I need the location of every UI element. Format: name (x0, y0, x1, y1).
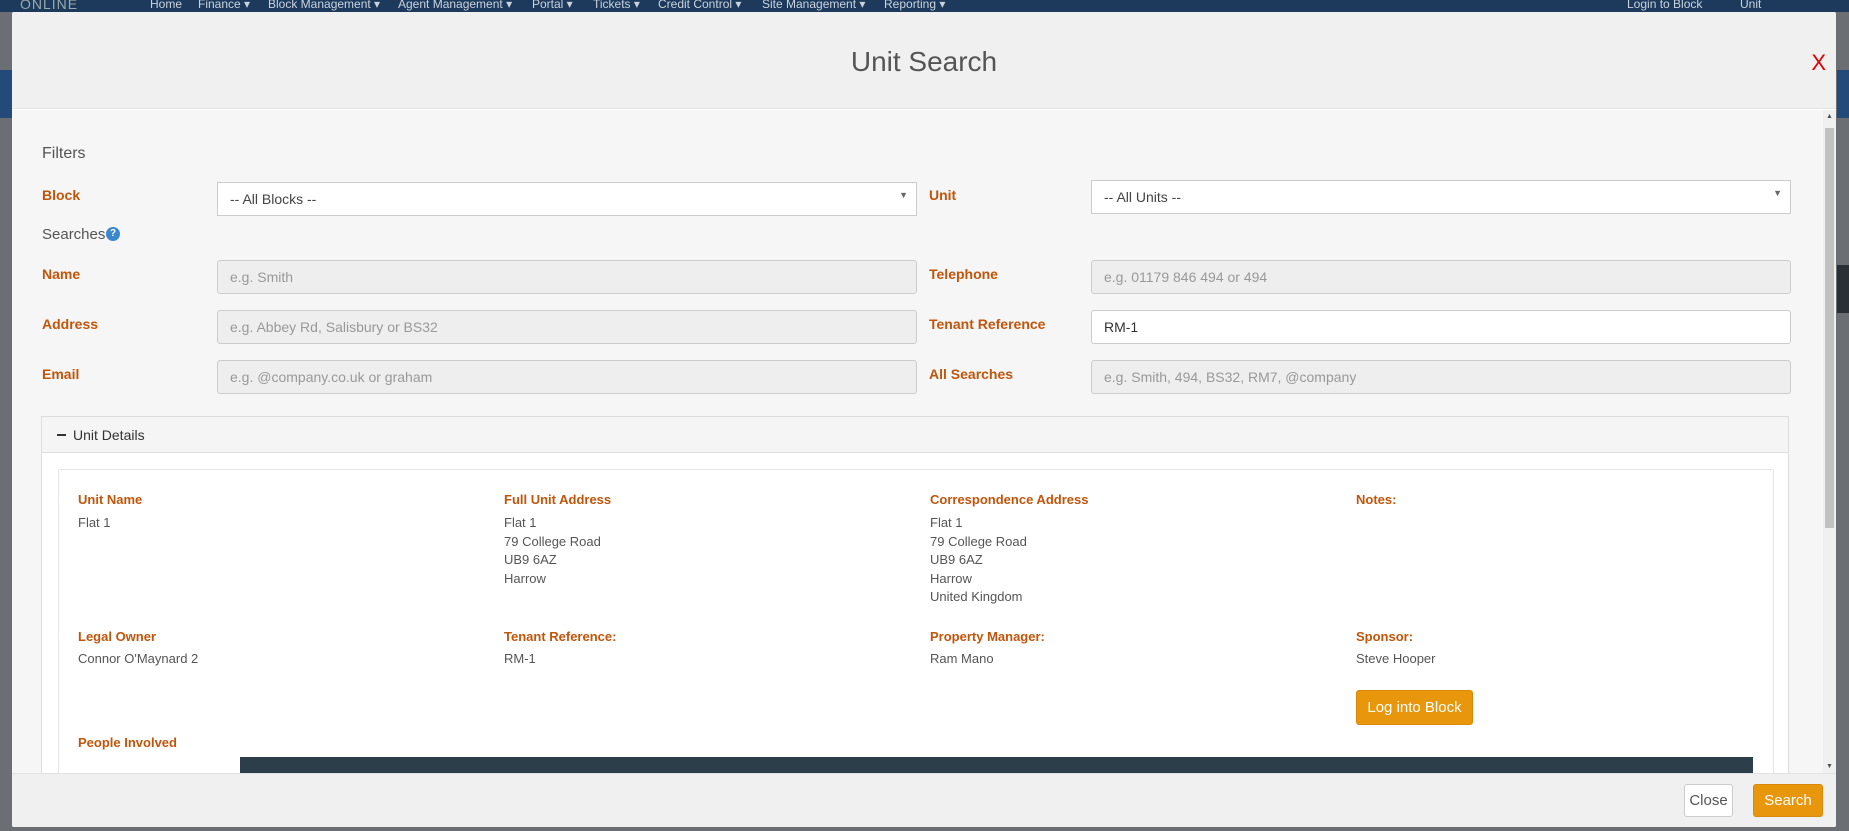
modal-title: Unit Search (850, 46, 998, 77)
address-line: 79 College Road (504, 533, 601, 549)
background-strip-left (0, 70, 12, 118)
unit-select[interactable]: -- All Units -- ▼ (1091, 180, 1791, 214)
all-searches-input[interactable]: e.g. Smith, 494, BS32, RM7, @company (1091, 360, 1791, 394)
address-label: Address (42, 316, 99, 332)
email-input[interactable]: e.g. @company.co.uk or graham (217, 360, 917, 394)
chevron-down-icon: ▼ (899, 190, 908, 200)
unit-search-modal: Unit Search X Filters Block -- All Block… (12, 12, 1836, 827)
correspondence-address-value: Flat 1 79 College Road UB9 6AZ Harrow Un… (930, 514, 1027, 607)
people-involved-label: People Involved (78, 735, 177, 750)
nav-tickets[interactable]: Tickets ▾ (593, 0, 640, 11)
name-input[interactable]: e.g. Smith (217, 260, 917, 294)
block-label: Block (42, 187, 81, 203)
modal-body: Filters Block -- All Blocks -- ▼ Unit --… (12, 110, 1823, 773)
address-line: Harrow (930, 570, 972, 586)
background-strip-right (1837, 70, 1849, 118)
filters-heading: Filters (42, 145, 86, 162)
modal-footer: Close Search (12, 773, 1836, 827)
email-label: Email (42, 366, 80, 382)
modal-scrollbar[interactable]: ▲ ▼ (1823, 110, 1836, 773)
notes-label: Notes: (1356, 492, 1397, 507)
block-select-value: -- All Blocks -- (230, 191, 317, 207)
tenant-reference-detail-value: RM-1 (504, 651, 536, 666)
tenant-reference-input[interactable]: RM-1 (1091, 310, 1791, 344)
search-button[interactable]: Search (1753, 784, 1823, 817)
nav-finance[interactable]: Finance ▾ (198, 0, 250, 11)
address-line: Harrow (504, 570, 546, 586)
address-line: UB9 6AZ (930, 552, 983, 567)
unit-details-heading[interactable]: Unit Details (42, 417, 1788, 453)
unit-select-value: -- All Units -- (1104, 189, 1181, 205)
scrollbar-thumb[interactable] (1825, 128, 1834, 528)
nav-block-management[interactable]: Block Management ▾ (268, 0, 380, 11)
background-strip-dark (1837, 265, 1849, 313)
property-manager-value: Ram Mano (930, 651, 994, 666)
app-logo: ONLINE (20, 0, 79, 12)
telephone-input[interactable]: e.g. 01179 846 494 or 494 (1091, 260, 1791, 294)
block-select[interactable]: -- All Blocks -- ▼ (217, 182, 917, 216)
address-line: 79 College Road (930, 533, 1027, 549)
nav-home[interactable]: Home (150, 0, 182, 11)
address-line: Flat 1 (930, 515, 963, 530)
all-searches-label: All Searches (929, 366, 1014, 382)
log-into-block-button[interactable]: Log into Block (1356, 690, 1473, 725)
close-button[interactable]: Close (1684, 784, 1733, 817)
full-unit-address-label: Full Unit Address (504, 492, 612, 507)
address-line: United Kingdom (930, 589, 1023, 604)
nav-login-to-block[interactable]: Login to Block (1627, 0, 1702, 11)
property-manager-label: Property Manager: (930, 629, 1045, 644)
collapse-icon[interactable] (57, 434, 66, 436)
unit-label: Unit (929, 187, 957, 203)
legal-owner-value: Connor O'Maynard 2 (78, 651, 199, 666)
address-line: UB9 6AZ (504, 552, 557, 567)
scroll-down-icon[interactable]: ▼ (1826, 763, 1833, 770)
telephone-label: Telephone (929, 266, 998, 282)
tenant-reference-label: Tenant Reference (929, 316, 1046, 332)
address-input[interactable]: e.g. Abbey Rd, Salisbury or BS32 (217, 310, 917, 344)
nav-unit[interactable]: Unit (1740, 0, 1761, 11)
unit-name-value: Flat 1 (78, 515, 111, 530)
nav-agent-management[interactable]: Agent Management ▾ (398, 0, 512, 11)
people-table-header (240, 757, 1753, 773)
correspondence-address-label: Correspondence Address (930, 492, 1089, 507)
close-x-icon[interactable]: X (1811, 50, 1826, 76)
full-unit-address-value: Flat 1 79 College Road UB9 6AZ Harrow (504, 514, 601, 588)
nav-site-management[interactable]: Site Management ▾ (762, 0, 865, 11)
address-line: Flat 1 (504, 515, 537, 530)
chevron-down-icon: ▼ (1773, 188, 1782, 198)
modal-header: Unit Search X (12, 12, 1836, 109)
unit-details-body: Unit Name Flat 1 Full Unit Address Flat … (58, 469, 1774, 773)
unit-name-label: Unit Name (78, 492, 143, 507)
nav-portal[interactable]: Portal ▾ (532, 0, 573, 11)
sponsor-label: Sponsor: (1356, 629, 1414, 644)
searches-heading: Searches (42, 226, 106, 243)
nav-credit-control[interactable]: Credit Control ▾ (658, 0, 741, 11)
name-label: Name (42, 266, 81, 282)
unit-details-title: Unit Details (73, 427, 145, 443)
unit-details-panel: Unit Details Unit Name Flat 1 Full Unit … (41, 416, 1789, 773)
sponsor-value: Steve Hooper (1356, 651, 1436, 666)
legal-owner-label: Legal Owner (78, 629, 157, 644)
background-nav-bar: ONLINE Home Finance ▾ Block Management ▾… (0, 0, 1849, 12)
scroll-up-icon[interactable]: ▲ (1826, 113, 1833, 120)
tenant-reference-detail-label: Tenant Reference: (504, 629, 617, 644)
nav-reporting[interactable]: Reporting ▾ (884, 0, 945, 11)
help-icon[interactable]: ? (106, 227, 120, 241)
